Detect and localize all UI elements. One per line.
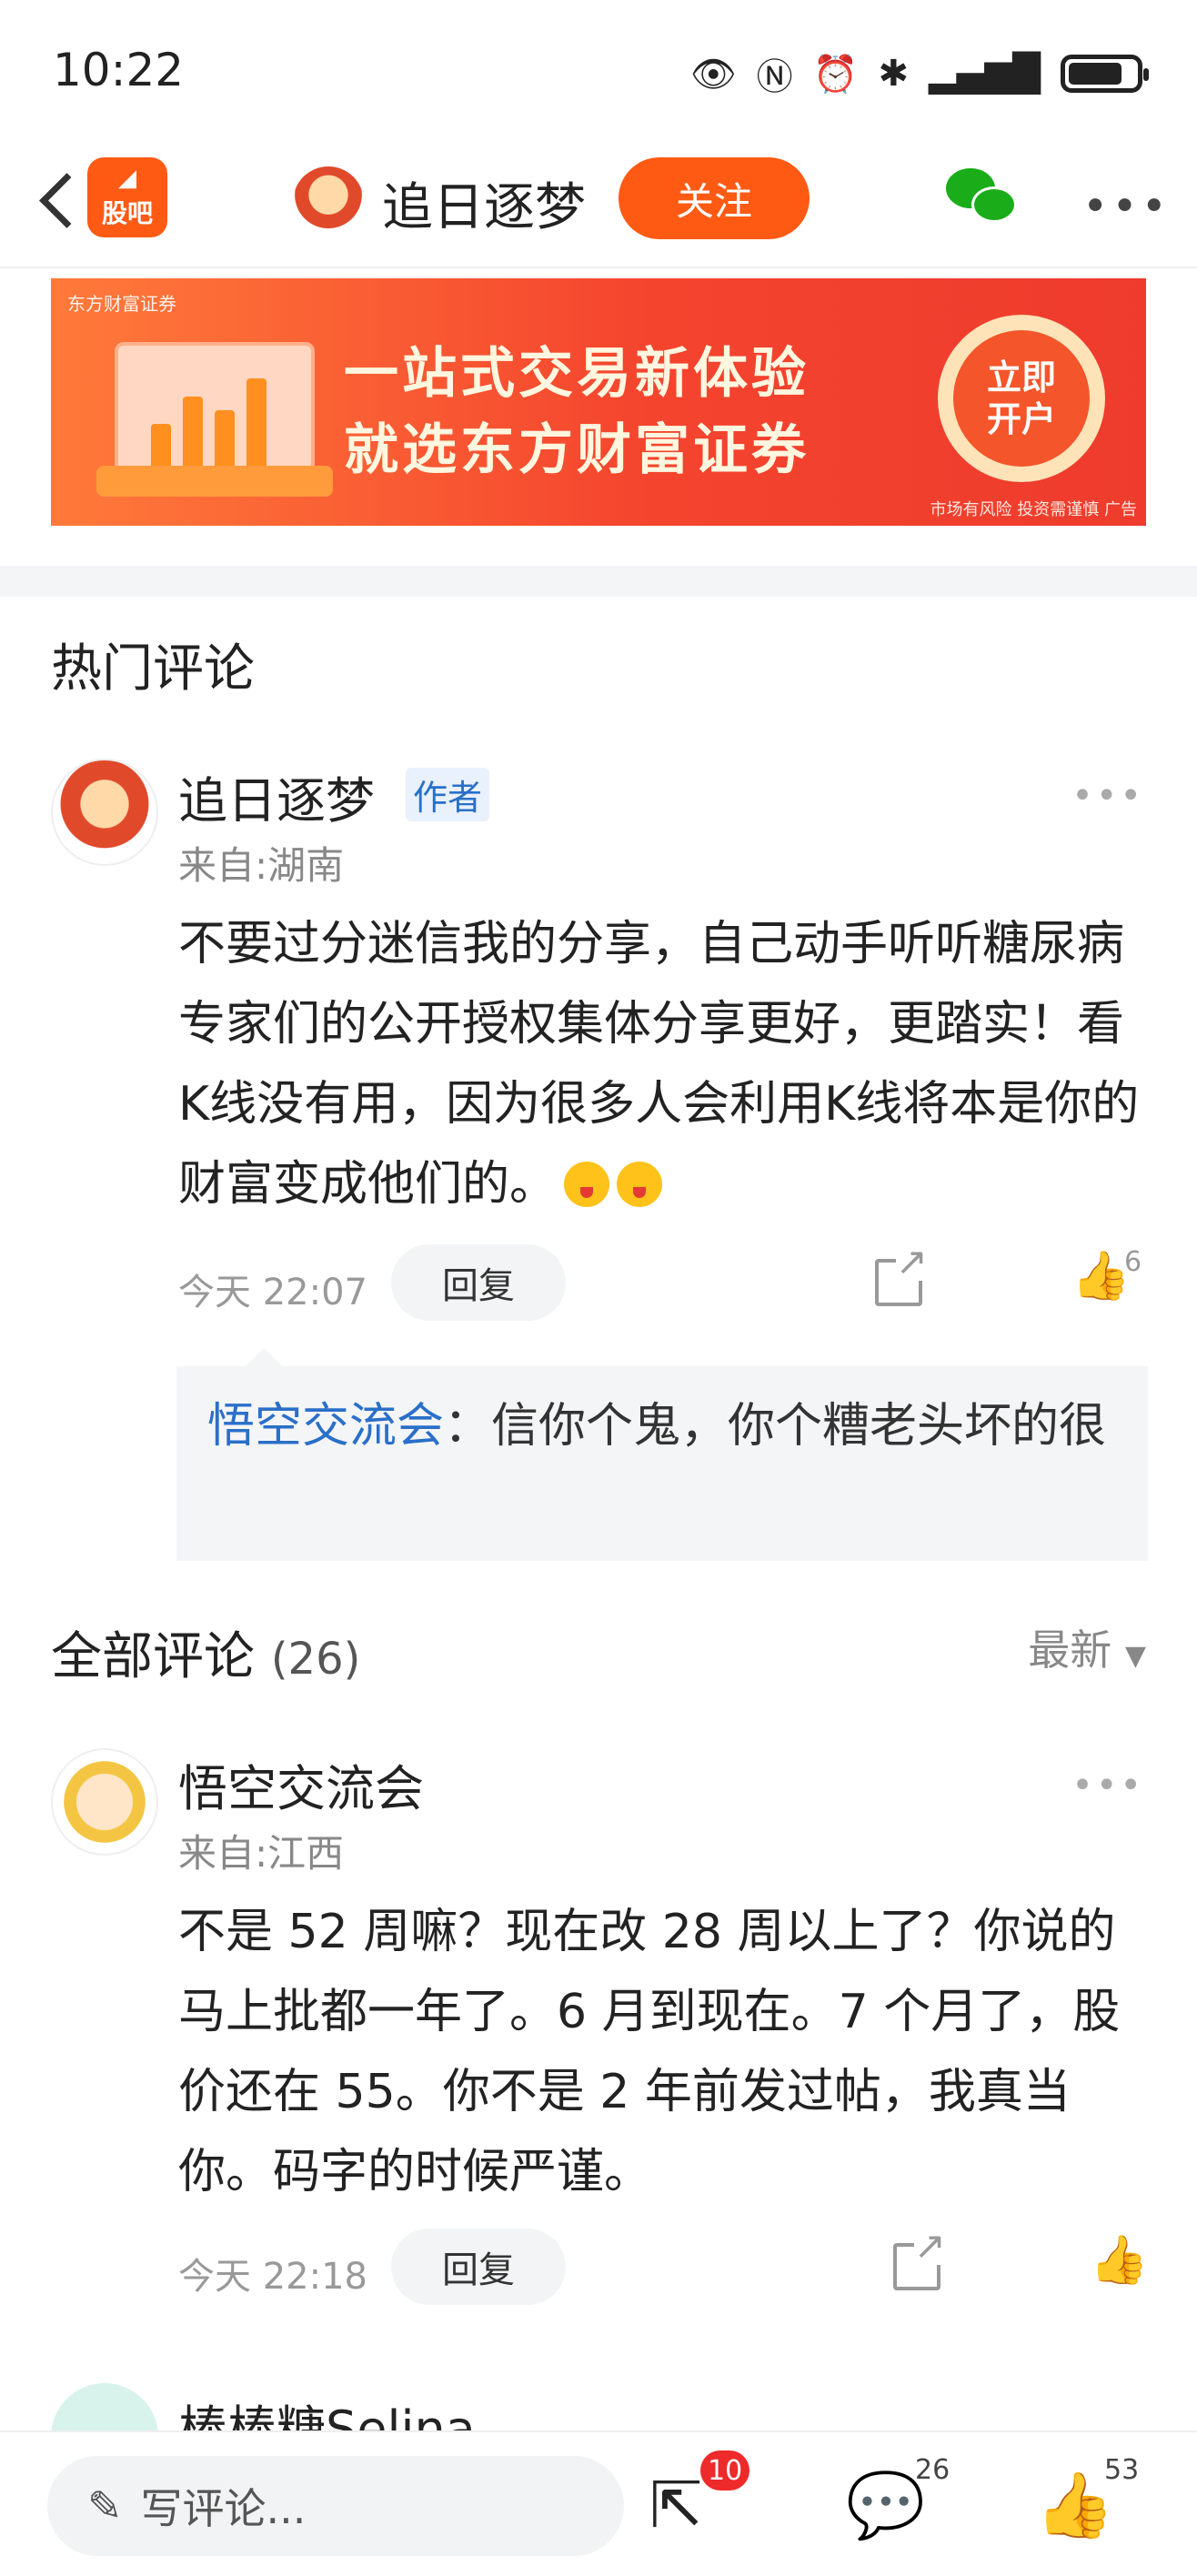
- all-comments-label: 全部评论: [51, 1627, 255, 1686]
- guba-logo-label: 股吧: [101, 198, 153, 228]
- commenter-name[interactable]: 追日逐梦: [178, 760, 375, 832]
- like-icon[interactable]: 👍: [1071, 1248, 1131, 1303]
- comment-more-icon[interactable]: •••: [1071, 1765, 1144, 1806]
- author-name[interactable]: 追日逐梦: [382, 166, 586, 240]
- comment-time: 今天 22:07: [178, 1272, 367, 1313]
- status-bar: 10:22 👁 Ⓝ ⏰ ✱ ▂▄▆█: [0, 0, 1197, 141]
- banner-chart-illustration: [96, 342, 333, 497]
- battery-icon: [1061, 55, 1149, 93]
- banner-line2: 就选东方财富证券: [344, 418, 810, 482]
- signal-icon: ▂▄▆█: [928, 53, 1041, 95]
- banner-brand: 东方财富证券: [67, 293, 176, 315]
- comment-time: 今天 22:18: [178, 2256, 367, 2298]
- open-account-button[interactable]: 立即开户: [938, 315, 1105, 482]
- share-icon: ⇱: [649, 2468, 703, 2542]
- clock: 10:22: [53, 44, 185, 96]
- commenter-avatar[interactable]: [51, 1748, 158, 1856]
- author-avatar[interactable]: [293, 166, 364, 237]
- wechat-share-icon[interactable]: [946, 168, 1019, 228]
- all-comments-title: 全部评论 (26): [51, 1615, 360, 1689]
- share-icon[interactable]: [893, 2227, 946, 2290]
- top-header: ◢ 股吧 追日逐梦 关注 •••: [0, 141, 1197, 268]
- comment-more-icon[interactable]: •••: [1071, 775, 1144, 817]
- sub-reply-text: ：信你个鬼，你个糟老头坏的很: [444, 1399, 1107, 1454]
- comment-text: 不要过分迷信我的分享，自己动手听听糖尿病专家们的公开授权集体分享更好，更踏实！看…: [178, 904, 1152, 1224]
- caret-down-icon: ▼: [1124, 1640, 1146, 1672]
- comment-text: 不是 52 周嘛？现在改 28 周以上了？你说的马上批都一年了。6 月到现在。7…: [178, 1905, 1121, 2199]
- commenter-avatar[interactable]: [51, 759, 158, 866]
- back-button[interactable]: [27, 168, 82, 234]
- banner-disclaimer: 市场有风险 投资需谨慎 广告: [930, 500, 1137, 519]
- guba-logo[interactable]: ◢ 股吧: [87, 157, 167, 237]
- share-badge: 10: [700, 2450, 750, 2490]
- share-icon[interactable]: [875, 1243, 928, 1306]
- sort-dropdown[interactable]: 最新 ▼: [1028, 1617, 1146, 1677]
- share-post-button[interactable]: ⇱ 10: [649, 2450, 750, 2551]
- bluetooth-icon: ✱: [878, 53, 909, 95]
- commenter-location: 来自:湖南: [178, 843, 345, 888]
- open-account-label: 立即开户: [953, 330, 1090, 467]
- status-icons: 👁 Ⓝ ⏰ ✱ ▂▄▆█: [689, 47, 1149, 100]
- sub-reply-author[interactable]: 悟空交流会: [207, 1399, 444, 1454]
- bottom-action-bar: ✎ 写评论... ⇱ 10 💬 26 👍 53: [0, 2430, 1197, 2576]
- reply-button[interactable]: 回复: [391, 1244, 566, 1321]
- guba-logo-icon: ◢: [118, 165, 136, 192]
- write-comment-placeholder: 写评论...: [140, 2484, 307, 2533]
- author-badge: 作者: [406, 768, 490, 821]
- section-divider: [0, 566, 1197, 597]
- reply-button[interactable]: 回复: [391, 2229, 566, 2305]
- comment-icon: 💬: [846, 2468, 926, 2542]
- like-count: 53: [1104, 2454, 1140, 2486]
- banner-line1: 一站式交易新体验: [344, 342, 810, 406]
- battery-level: [1069, 63, 1122, 85]
- wink-emoji-icon: [564, 1162, 610, 1207]
- comments-button[interactable]: 💬 26: [846, 2454, 950, 2551]
- ad-banner[interactable]: 东方财富证券 一站式交易新体验 就选东方财富证券 立即开户 市场有风险 投资需谨…: [51, 278, 1146, 526]
- follow-button[interactable]: 关注: [619, 157, 810, 239]
- like-icon[interactable]: 👍: [1090, 2232, 1149, 2288]
- sub-reply[interactable]: 悟空交流会：信你个鬼，你个糟老头坏的很: [176, 1366, 1148, 1561]
- commenter-location: 来自:江西: [178, 1831, 345, 1876]
- nfc-icon: Ⓝ: [756, 56, 793, 98]
- pen-icon: ✎: [87, 2481, 123, 2531]
- hot-comments-title: 热门评论: [51, 639, 255, 699]
- eye-icon: 👁: [689, 53, 737, 96]
- write-comment-input[interactable]: ✎ 写评论...: [47, 2456, 624, 2556]
- commenter-name[interactable]: 悟空交流会: [178, 1748, 424, 1820]
- like-icon: 👍: [1035, 2468, 1115, 2542]
- wink-emoji-icon: [617, 1162, 663, 1207]
- like-post-button[interactable]: 👍 53: [1035, 2454, 1139, 2551]
- comment-count: 26: [915, 2454, 951, 2486]
- sort-label: 最新: [1028, 1625, 1112, 1675]
- all-comments-count: (26): [270, 1634, 361, 1685]
- alarm-icon: ⏰: [812, 53, 859, 96]
- like-count: 6: [1124, 1246, 1142, 1278]
- more-options-icon[interactable]: •••: [1082, 181, 1171, 232]
- reply-pointer: [246, 1348, 282, 1366]
- comment-text-content: 不要过分迷信我的分享，自己动手听听糖尿病专家们的公开授权集体分享更好，更踏实！看…: [178, 917, 1140, 1212]
